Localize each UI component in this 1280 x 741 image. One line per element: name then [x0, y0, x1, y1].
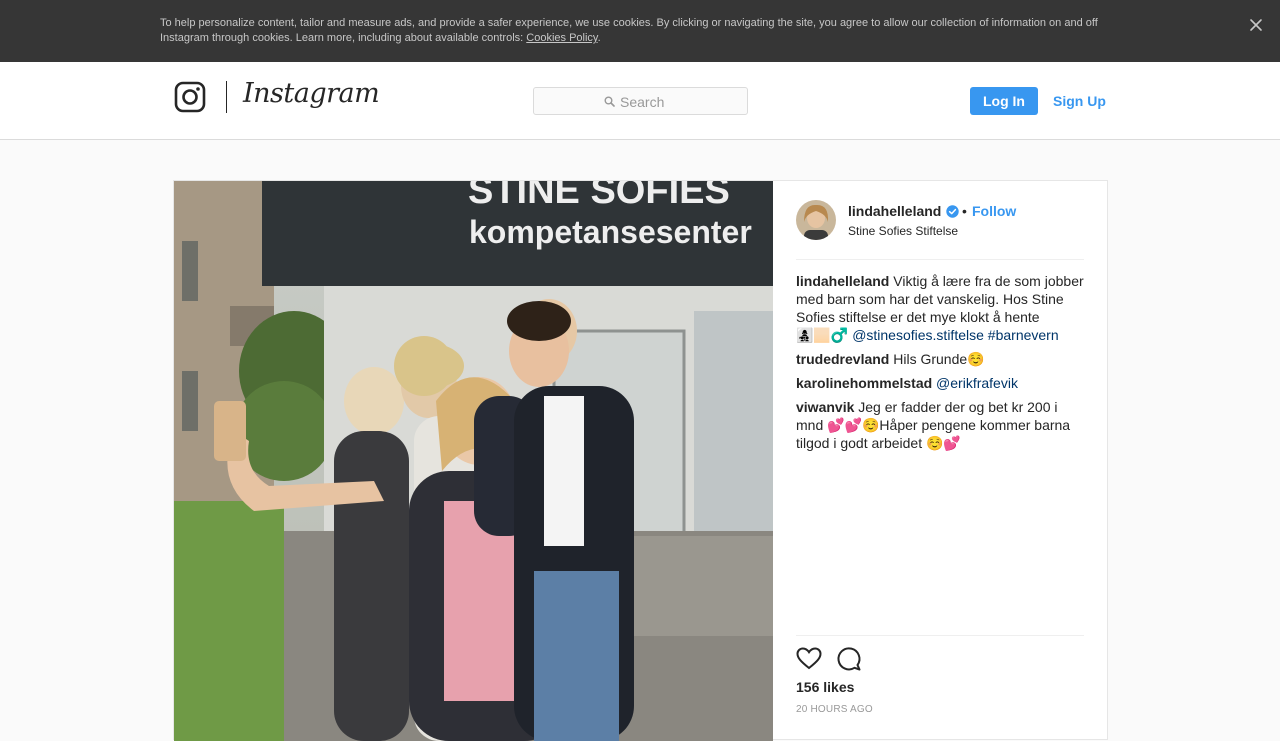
post-timestamp[interactable]: 20 HOURS AGO	[796, 704, 873, 715]
search-icon	[604, 96, 615, 107]
heart-icon[interactable]	[796, 646, 822, 672]
cookies-policy-link[interactable]: Cookies Policy	[526, 32, 597, 44]
comment-username[interactable]: lindahelleland	[796, 273, 889, 289]
comments-list: lindahelleland Viktig å lære fra de som …	[796, 272, 1084, 458]
close-icon[interactable]	[1246, 15, 1266, 35]
list-item: viwanvik Jeg er fadder der og bet kr 200…	[796, 398, 1084, 452]
avatar[interactable]	[796, 200, 836, 240]
cookie-banner-end: .	[597, 32, 601, 44]
cookie-banner-text: To help personalize content, tailor and …	[160, 16, 1120, 46]
divider	[796, 635, 1084, 636]
comment-username[interactable]: karolinehommelstad	[796, 375, 932, 391]
separator-dot: •	[962, 203, 967, 219]
mention-link[interactable]: @erikfrafevik	[936, 375, 1018, 391]
list-item: trudedrevland Hils Grunde☺️	[796, 350, 1084, 368]
top-navigation: Instagram Log In Sign Up	[0, 62, 1280, 140]
sign-text-line2: kompetansesenter	[469, 214, 752, 250]
sign-text-line1: STINE SOFIES	[468, 181, 730, 212]
cookie-banner-message: To help personalize content, tailor and …	[160, 17, 1098, 44]
divider	[796, 259, 1084, 260]
post-card: STINE SOFIES kompetansesenter lindahelle…	[173, 180, 1108, 741]
instagram-wordmark[interactable]: Instagram	[243, 78, 380, 109]
hashtag-link[interactable]: #barnevern	[988, 327, 1059, 343]
post-photo[interactable]: STINE SOFIES kompetansesenter	[174, 181, 773, 741]
search-box[interactable]	[533, 87, 748, 115]
follow-button[interactable]: Follow	[972, 203, 1016, 219]
verified-badge-icon	[946, 205, 959, 218]
caption: lindahelleland Viktig å lære fra de som …	[796, 272, 1084, 344]
comment-username[interactable]: trudedrevland	[796, 351, 889, 367]
post-photo-illustration: STINE SOFIES kompetansesenter	[174, 181, 773, 741]
cookie-banner: To help personalize content, tailor and …	[0, 0, 1280, 62]
search-input[interactable]	[620, 92, 740, 111]
mention-link[interactable]: @stinesofies.stiftelse	[852, 327, 984, 343]
comment-bubble-icon[interactable]	[836, 646, 862, 672]
comment-text: Hils Grunde☺️	[893, 351, 985, 367]
location-link[interactable]: Stine Sofies Stiftelse	[848, 224, 958, 238]
log-in-button[interactable]: Log In	[970, 87, 1038, 115]
instagram-camera-icon[interactable]	[174, 81, 206, 113]
likes-count[interactable]: 156 likes	[796, 679, 854, 695]
list-item: karolinehommelstad @erikfrafevik	[796, 374, 1084, 392]
post-sidebar: lindahelleland • Follow Stine Sofies Sti…	[796, 181, 1084, 741]
logo-divider	[226, 81, 227, 113]
sign-up-link[interactable]: Sign Up	[1053, 87, 1106, 115]
post-owner-username[interactable]: lindahelleland	[848, 203, 941, 219]
comment-username[interactable]: viwanvik	[796, 399, 854, 415]
